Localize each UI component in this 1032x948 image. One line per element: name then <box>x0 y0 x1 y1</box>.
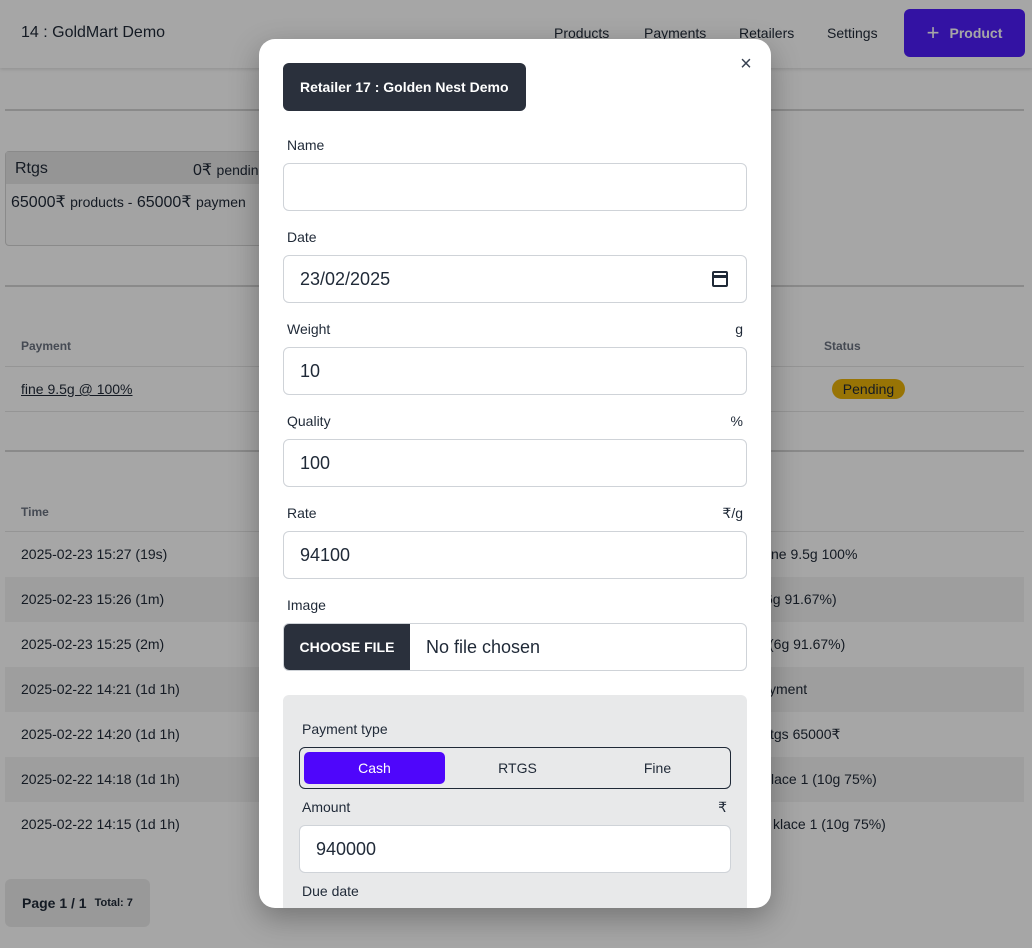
name-input[interactable] <box>283 163 747 211</box>
weight-input[interactable]: 10 <box>283 347 747 395</box>
quality-unit: % <box>730 413 743 429</box>
date-value: 23/02/2025 <box>300 268 391 289</box>
rate-unit: ₹/g <box>722 505 743 521</box>
payment-panel: Payment type Cash RTGS Fine Amount ₹ 940… <box>283 695 747 908</box>
weight-unit: g <box>735 321 743 337</box>
quality-input[interactable]: 100 <box>283 439 747 487</box>
amount-unit: ₹ <box>718 799 727 815</box>
add-product-modal: Retailer 17 : Golden Nest Demo × Name Da… <box>259 39 771 908</box>
image-label: Image <box>287 597 326 613</box>
payment-type-rtgs[interactable]: RTGS <box>447 752 588 784</box>
rate-label: Rate <box>287 505 317 521</box>
payment-type-cash[interactable]: Cash <box>304 752 445 784</box>
name-label: Name <box>287 137 325 153</box>
file-status: No file chosen <box>426 636 541 657</box>
choose-file-button[interactable]: CHOOSE FILE <box>284 624 410 670</box>
rate-input[interactable]: 94100 <box>283 531 747 579</box>
date-label: Date <box>287 229 317 245</box>
payment-type-label: Payment type <box>302 721 388 737</box>
amount-input[interactable]: 940000 <box>299 825 731 873</box>
weight-label: Weight <box>287 321 331 337</box>
quality-label: Quality <box>287 413 331 429</box>
calendar-icon[interactable] <box>712 271 728 287</box>
close-icon[interactable]: × <box>735 53 757 75</box>
retailer-badge: Retailer 17 : Golden Nest Demo <box>283 63 526 111</box>
image-file-input[interactable]: CHOOSE FILE No file chosen <box>283 623 747 671</box>
due-date-label: Due date <box>302 883 359 899</box>
payment-type-selector: Cash RTGS Fine <box>299 747 731 789</box>
date-input[interactable]: 23/02/2025 <box>283 255 747 303</box>
amount-label: Amount <box>302 799 351 815</box>
payment-type-fine[interactable]: Fine <box>587 752 728 784</box>
